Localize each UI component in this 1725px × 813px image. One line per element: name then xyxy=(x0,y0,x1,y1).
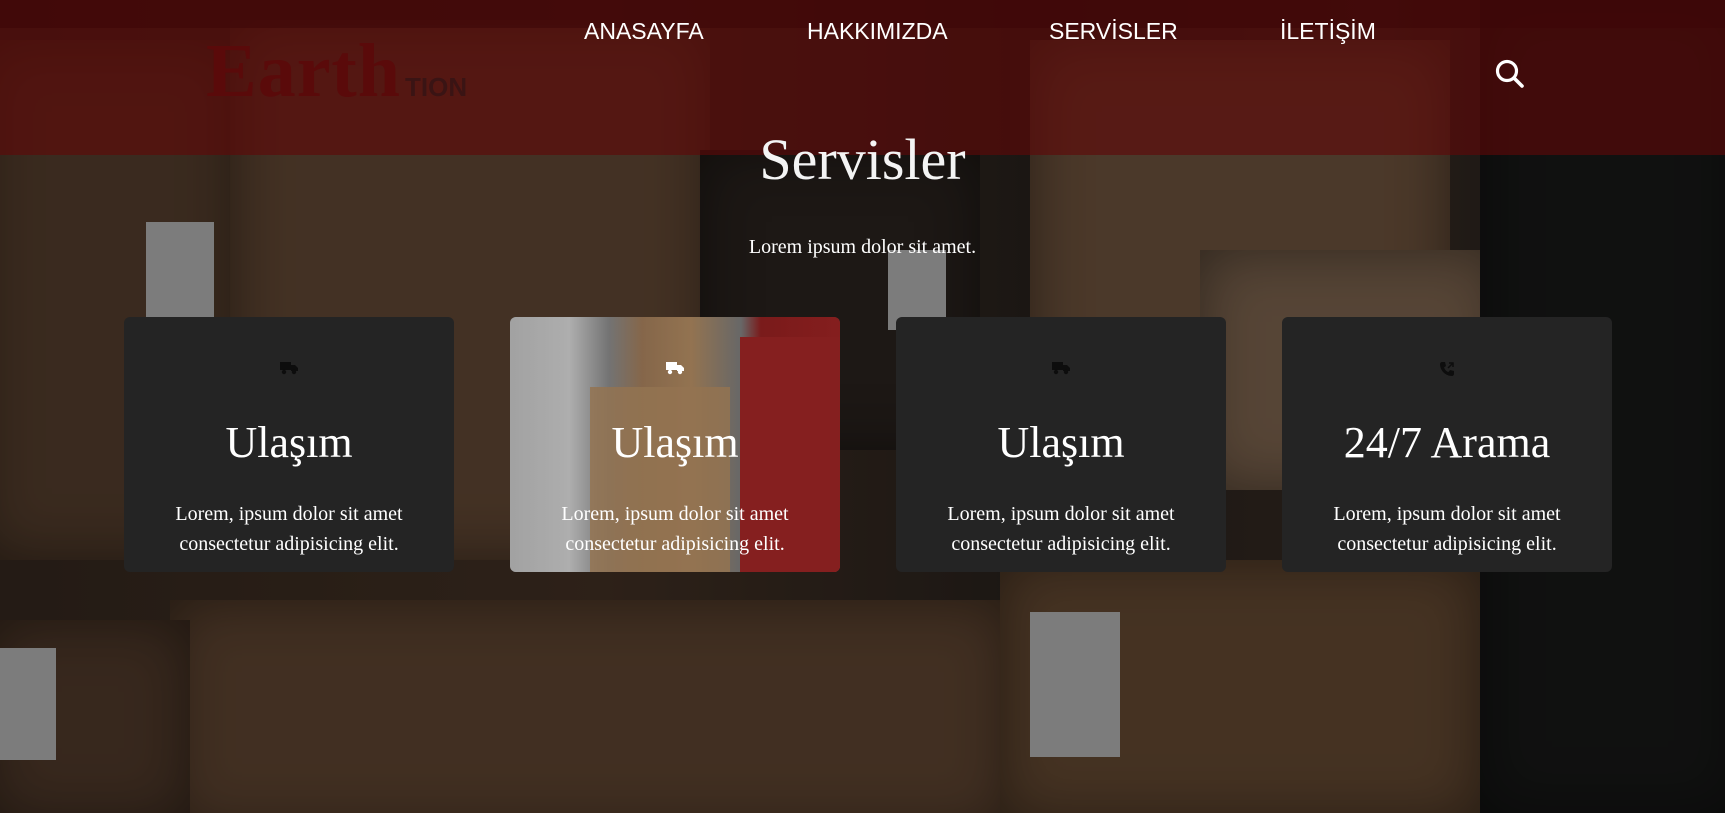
truck-icon xyxy=(1052,362,1070,375)
nav-item-iletisim[interactable]: İLETİŞİM xyxy=(1280,18,1376,45)
service-card[interactable]: 24/7 Arama Lorem, ipsum dolor sit amet c… xyxy=(1282,317,1612,572)
card-title: 24/7 Arama xyxy=(1343,418,1551,467)
section-subtitle: Lorem ipsum dolor sit amet. xyxy=(748,236,977,258)
card-text: Lorem, ipsum dolor sit amet consectetur … xyxy=(947,503,1175,555)
card-text: Lorem, ipsum dolor sit amet consectetur … xyxy=(175,503,403,555)
card-text: Lorem, ipsum dolor sit amet consectetur … xyxy=(561,503,789,555)
service-card-active[interactable]: Ulaşım Lorem, ipsum dolor sit amet conse… xyxy=(510,317,840,572)
section-title: Servisler xyxy=(759,127,966,192)
card-title: Ulaşım xyxy=(997,418,1125,467)
service-card[interactable]: Ulaşım Lorem, ipsum dolor sit amet conse… xyxy=(896,317,1226,572)
truck-icon xyxy=(666,362,684,375)
nav-item-servisler[interactable]: SERVİSLER xyxy=(1049,18,1178,45)
search-icon[interactable] xyxy=(1494,58,1526,90)
logo-sub-text: TION xyxy=(405,72,468,102)
truck-icon xyxy=(280,362,298,375)
card-text: Lorem, ipsum dolor sit amet consectetur … xyxy=(1333,503,1561,555)
main-nav: ANASAYFA HAKKIMIZDA SERVİSLER İLETİŞİM xyxy=(0,18,1725,52)
card-title: Ulaşım xyxy=(611,418,739,467)
card-title: Ulaşım xyxy=(225,418,353,467)
service-card[interactable]: Ulaşım Lorem, ipsum dolor sit amet conse… xyxy=(124,317,454,572)
nav-item-hakkimizda[interactable]: HAKKIMIZDA xyxy=(807,18,948,45)
phone-icon xyxy=(1440,362,1454,376)
nav-item-anasayfa[interactable]: ANASAYFA xyxy=(584,18,704,45)
